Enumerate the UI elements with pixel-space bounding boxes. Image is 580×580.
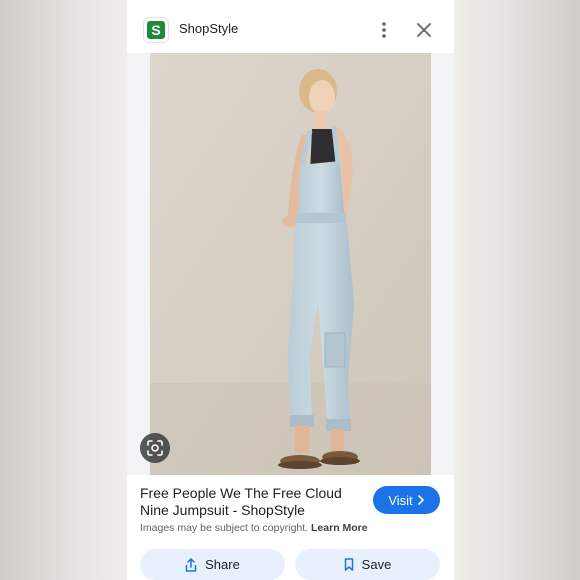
image-preview-area [127, 53, 454, 475]
shopstyle-logo-icon: S [147, 21, 165, 39]
share-icon [185, 557, 197, 572]
more-vert-icon[interactable] [377, 21, 391, 39]
copyright-notice: Images may be subject to copyright. Lear… [140, 522, 368, 534]
result-title[interactable]: Free People We The Free Cloud Nine Jumps… [140, 485, 360, 519]
site-logo: S [144, 18, 168, 42]
copyright-text: Images may be subject to copyright. [140, 522, 309, 534]
save-button[interactable]: Save [295, 549, 440, 580]
visit-button[interactable]: Visit [373, 486, 440, 514]
viewer-header: S ShopStyle [127, 0, 454, 54]
share-label: Share [205, 557, 240, 572]
lens-search-icon [147, 440, 163, 456]
image-viewer-panel: S ShopStyle Free People We The Free Clou… [127, 0, 454, 580]
save-label: Save [361, 557, 392, 572]
chevron-right-icon [417, 495, 424, 505]
lens-search-button[interactable] [140, 433, 170, 463]
site-name[interactable]: ShopStyle [179, 21, 238, 36]
close-icon[interactable] [416, 22, 432, 38]
product-photo[interactable] [150, 53, 431, 475]
learn-more-link[interactable]: Learn More [311, 522, 368, 534]
visit-label: Visit [388, 492, 413, 508]
background-right [454, 0, 580, 580]
background-left [0, 0, 127, 580]
bookmark-icon [344, 558, 353, 571]
share-button[interactable]: Share [140, 549, 285, 580]
